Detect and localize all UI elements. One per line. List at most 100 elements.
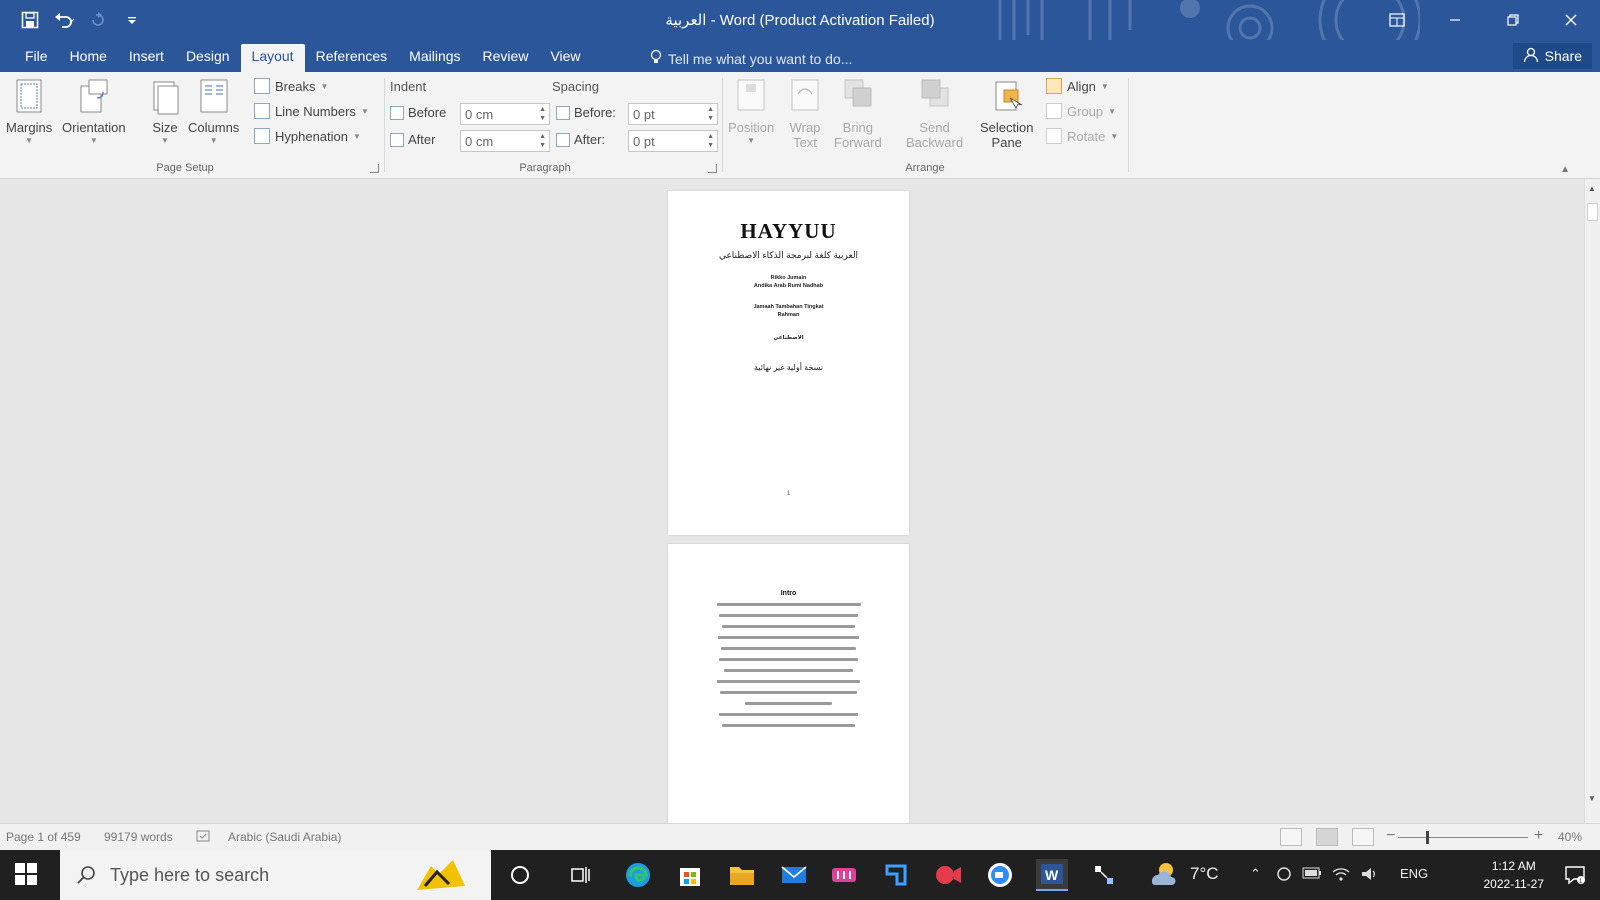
- group-button[interactable]: Group ▼: [1046, 103, 1116, 119]
- page-setup-launcher-icon[interactable]: [370, 164, 379, 173]
- print-layout-icon[interactable]: [1316, 828, 1338, 846]
- spacing-after-input[interactable]: 0 pt ▲ ▼: [628, 130, 718, 152]
- spinner-arrows-icon[interactable]: ▲ ▼: [707, 105, 714, 123]
- store-icon[interactable]: [674, 859, 706, 891]
- weather-temp[interactable]: 7°C: [1190, 864, 1219, 884]
- columns-button[interactable]: Columns ▼: [188, 78, 239, 145]
- tab-references[interactable]: References: [305, 44, 399, 72]
- zoom-slider[interactable]: [1398, 837, 1528, 838]
- restore-icon[interactable]: [1484, 0, 1542, 40]
- tray-chevron-icon[interactable]: ⌃: [1250, 866, 1261, 882]
- document-page[interactable]: HAYYUU العربية كلغة لبرمجة الذكاء الاصطن…: [668, 191, 909, 535]
- bring-forward-button[interactable]: Bring Forward: [834, 78, 882, 150]
- paragraph-launcher-icon[interactable]: [708, 164, 717, 173]
- taskbar-clock[interactable]: 1:12 AM 2022-11-27: [1484, 857, 1545, 893]
- wifi-icon[interactable]: [1332, 866, 1350, 885]
- line-numbers-label: Line Numbers: [275, 103, 356, 119]
- arrange-group-label: Arrange: [905, 162, 945, 174]
- tab-layout[interactable]: Layout: [240, 44, 305, 72]
- collapse-ribbon-icon[interactable]: ▲: [1560, 164, 1570, 175]
- ribbon-display-options-icon[interactable]: [1368, 0, 1426, 40]
- windows-start-icon[interactable]: [14, 862, 38, 891]
- scroll-thumb[interactable]: [1587, 203, 1598, 221]
- spinner-arrows-icon[interactable]: ▲ ▼: [539, 132, 546, 150]
- tab-home[interactable]: Home: [59, 44, 118, 72]
- margins-button[interactable]: Margins ▼: [6, 78, 52, 145]
- zoom-out-icon[interactable]: −: [1386, 827, 1395, 845]
- breaks-button[interactable]: Breaks ▼: [254, 78, 328, 94]
- text-line: [717, 680, 860, 683]
- send-backward-button[interactable]: Send Backward: [906, 78, 963, 150]
- zoom-slider-thumb[interactable]: [1426, 831, 1429, 844]
- section-heading: Intro: [780, 590, 797, 597]
- close-icon[interactable]: [1542, 0, 1600, 40]
- group-divider: [1128, 78, 1129, 172]
- tab-file[interactable]: File: [14, 44, 59, 72]
- rotate-button[interactable]: Rotate ▼: [1046, 128, 1118, 144]
- zoom-meeting-icon[interactable]: [984, 859, 1016, 891]
- tab-design[interactable]: Design: [175, 44, 241, 72]
- spinner-arrows-icon[interactable]: ▲ ▼: [539, 105, 546, 123]
- text-line: [717, 636, 860, 639]
- language-indicator[interactable]: Arabic (Saudi Arabia): [228, 830, 341, 844]
- author-line: Jamaah Tambahan Tingkat: [753, 304, 824, 310]
- hyphenation-button[interactable]: Hyphenation ▼: [254, 128, 361, 144]
- spacing-after-text: After:: [574, 132, 606, 147]
- indent-after-label: After: [390, 132, 435, 147]
- tab-view[interactable]: View: [539, 44, 591, 72]
- battery-icon[interactable]: [1302, 866, 1322, 883]
- scroll-up-icon[interactable]: ▲: [1588, 184, 1596, 193]
- wrap-text-button[interactable]: Wrap Text: [788, 78, 822, 150]
- cortana-icon[interactable]: [504, 859, 536, 891]
- mail-icon[interactable]: [778, 859, 810, 891]
- app-icon-pink[interactable]: [828, 859, 860, 891]
- tell-me-box[interactable]: Tell me what you want to do...: [650, 49, 852, 68]
- volume-icon[interactable]: [1360, 866, 1378, 885]
- spacing-before-input[interactable]: 0 pt ▲ ▼: [628, 103, 718, 125]
- group-label: Group: [1067, 103, 1104, 119]
- size-button[interactable]: Size ▼: [148, 78, 182, 145]
- read-mode-icon[interactable]: [1280, 828, 1302, 846]
- taskbar-search-box[interactable]: Type here to search: [60, 850, 491, 900]
- tell-me-text: Tell me what you want to do...: [668, 50, 853, 67]
- tray-app-icon[interactable]: [1276, 866, 1292, 885]
- proofing-icon[interactable]: [196, 830, 212, 845]
- indent-before-icon: [390, 105, 404, 120]
- edge-icon[interactable]: [622, 859, 654, 891]
- spinner-arrows-icon[interactable]: ▲ ▼: [707, 132, 714, 150]
- selection-pane-button[interactable]: Selection Pane: [980, 78, 1033, 150]
- size-dropdown-icon: ▼: [161, 136, 169, 145]
- notification-center-icon[interactable]: 1: [1564, 864, 1586, 891]
- app-icon-blue[interactable]: [880, 859, 912, 891]
- share-button[interactable]: Share: [1512, 43, 1592, 69]
- line-numbers-button[interactable]: Line Numbers ▼: [254, 103, 369, 119]
- app-icon-network[interactable]: [1088, 859, 1120, 891]
- tab-mailings[interactable]: Mailings: [398, 44, 471, 72]
- vertical-scrollbar[interactable]: ▲ ▼: [1584, 179, 1600, 823]
- author-line: Rikko Jumain: [770, 275, 807, 281]
- scroll-down-icon[interactable]: ▼: [1588, 794, 1596, 803]
- file-explorer-icon[interactable]: [726, 859, 758, 891]
- selection-pane-label-1: Selection: [980, 120, 1034, 135]
- orientation-button[interactable]: Orientation ▼: [62, 78, 126, 145]
- word-count[interactable]: 99179 words: [104, 830, 173, 844]
- position-button[interactable]: Position ▼: [728, 78, 774, 145]
- indent-after-input[interactable]: 0 cm ▲ ▼: [460, 130, 550, 152]
- indent-before-input[interactable]: 0 cm ▲ ▼: [460, 103, 550, 125]
- page-count[interactable]: Page 1 of 459: [6, 830, 81, 844]
- screen-recorder-icon[interactable]: [932, 859, 964, 891]
- minimize-icon[interactable]: [1426, 0, 1484, 40]
- task-view-icon[interactable]: [564, 859, 596, 891]
- word-taskbar-icon[interactable]: W: [1036, 859, 1068, 891]
- document-page[interactable]: Intro: [668, 544, 909, 823]
- align-button[interactable]: Align ▼: [1046, 78, 1109, 94]
- zoom-in-icon[interactable]: +: [1534, 827, 1543, 845]
- web-layout-icon[interactable]: [1352, 828, 1374, 846]
- weather-icon[interactable]: [1148, 860, 1180, 891]
- input-language[interactable]: ENG: [1400, 866, 1428, 881]
- document-area[interactable]: HAYYUU العربية كلغة لبرمجة الذكاء الاصطن…: [0, 179, 1584, 823]
- spacing-after-value: 0 pt: [633, 134, 655, 149]
- tab-review[interactable]: Review: [472, 44, 540, 72]
- zoom-level[interactable]: 40%: [1558, 830, 1582, 844]
- tab-insert[interactable]: Insert: [118, 44, 175, 72]
